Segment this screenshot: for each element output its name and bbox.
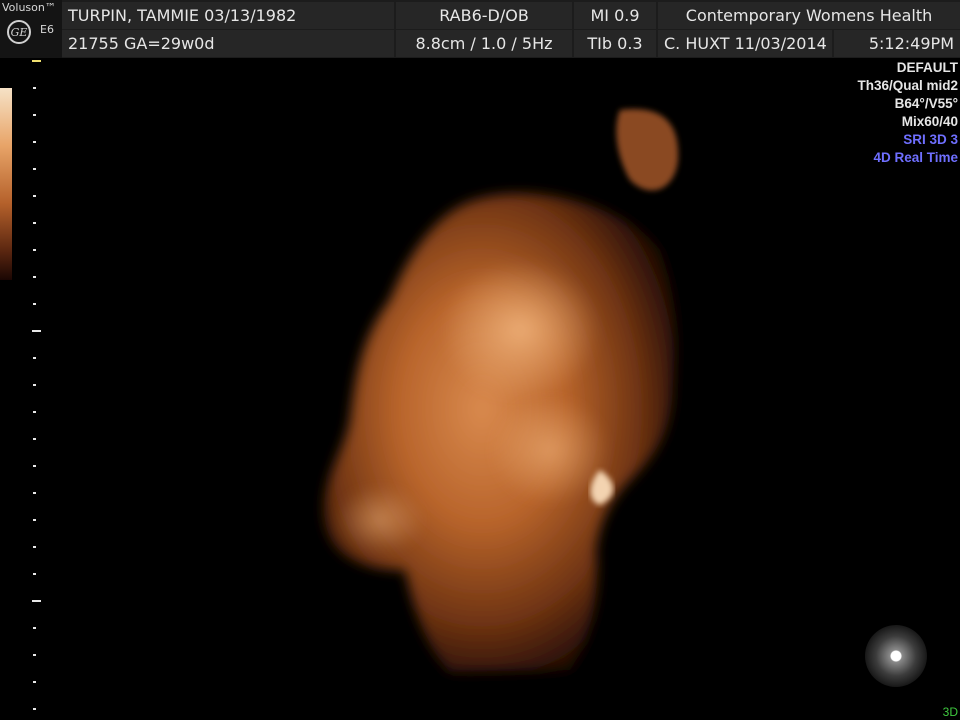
depth-tick [33,276,36,278]
depth-tick [33,654,36,656]
mi-value: MI 0.9 [574,2,656,29]
grayscale-map-bar [0,88,12,280]
depth-tick [33,681,36,683]
institution-name: Contemporary Womens Health [658,2,960,29]
mix-ratio: Mix60/40 [901,114,958,129]
depth-tick [33,195,36,197]
model-label: E6 [40,23,54,36]
light-source-control[interactable] [865,625,927,687]
sri-setting: SRI 3D 3 [903,132,958,147]
operator-date: C. HUXT 11/03/2014 [658,30,832,57]
depth-tick [33,465,36,467]
depth-tick [33,573,36,575]
depth-tick [33,303,36,305]
depth-tick [33,357,36,359]
acquisition-params: DEFAULT Th36/Qual mid2 B64°/V55° Mix60/4… [857,59,958,167]
depth-tick [33,384,36,386]
depth-tick [33,438,36,440]
depth-tick [32,600,41,602]
render-mode-label: 3D [942,705,958,719]
ge-logo-icon: GE [7,20,31,44]
depth-tick [33,519,36,521]
depth-frequency: 8.8cm / 1.0 / 5Hz [396,30,572,57]
depth-tick [33,492,36,494]
header-bar: Voluson™ GE E6 TURPIN, TAMMIE 03/13/1982… [0,0,960,58]
volume-angles: B64°/V55° [894,96,958,111]
preset-label: DEFAULT [896,60,958,75]
threshold-quality: Th36/Qual mid2 [857,78,958,93]
depth-tick [33,114,36,116]
depth-tick [33,87,36,89]
depth-tick [33,249,36,251]
depth-tick [33,222,36,224]
patient-id: 21755 GA=29w0d [62,30,394,57]
depth-tick [33,141,36,143]
depth-tick [32,330,41,332]
brand-name: Voluson™ [2,1,56,14]
tib-value: TIb 0.3 [574,30,656,57]
brand-block: Voluson™ GE E6 [0,0,62,58]
patient-name: TURPIN, TAMMIE 03/13/1982 [62,2,394,29]
depth-tick [33,546,36,548]
depth-tick [33,627,36,629]
probe-label: RAB6-D/OB [396,2,572,29]
clock-time: 5:12:49PM [834,30,960,57]
depth-tick [33,708,36,710]
depth-scale [30,58,44,720]
scan-mode: 4D Real Time [873,150,958,165]
fetal-3d-render [324,109,679,672]
depth-tick [33,168,36,170]
depth-tick [33,411,36,413]
depth-tick [32,60,41,62]
